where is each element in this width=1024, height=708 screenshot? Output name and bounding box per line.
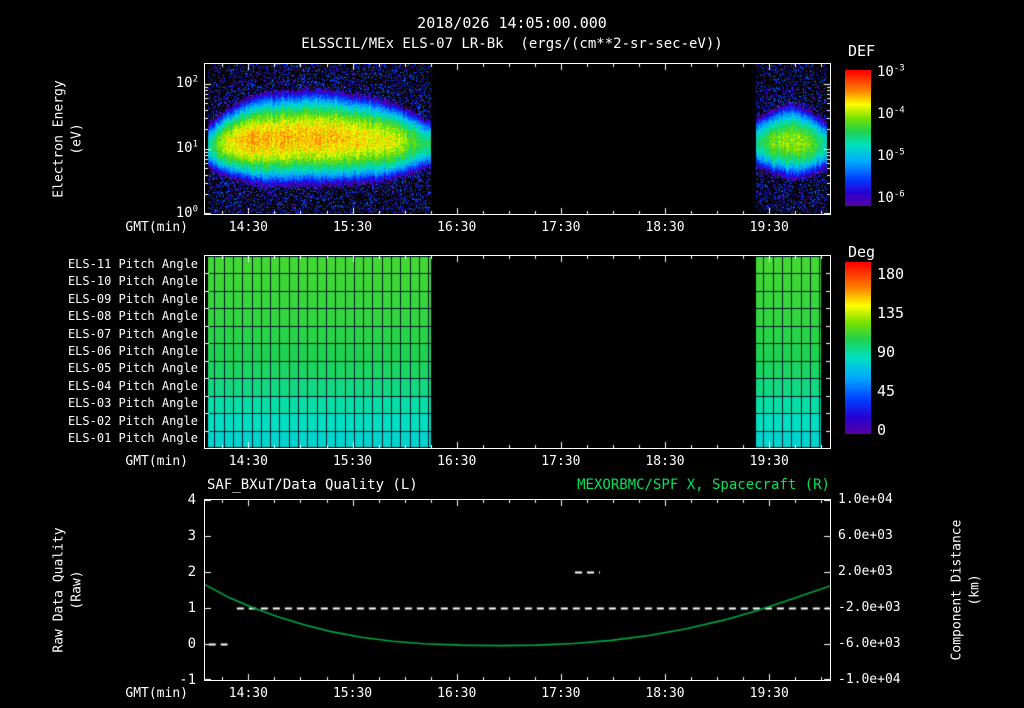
y-tick-label: -6.0e+03 (838, 636, 901, 651)
pitch-row-label: ELS-07 Pitch Angle (60, 327, 198, 341)
spectrogram-plot (205, 64, 830, 214)
science-plot-window: 2018/026 14:05:00.000 ELSSCIL/MEx ELS-07… (0, 0, 1024, 708)
x-tick-label: 15:30 (323, 220, 383, 235)
spectrogram-y-axis-label: Electron Energy (eV) (50, 80, 85, 197)
x-tick-label: 18:30 (635, 686, 695, 701)
y-axis-label-line: (eV) (68, 80, 86, 197)
x-tick-label: 19:30 (739, 454, 799, 469)
pitch-row-label: ELS-06 Pitch Angle (60, 344, 198, 358)
x-axis-label: GMT(min) (118, 454, 188, 469)
colorbar-tick-label: 10-3 (877, 64, 905, 80)
distance-y-axis-label: Component Distance (km) (948, 520, 983, 661)
colorbar-tick-label: 90 (877, 343, 895, 361)
deg-colorbar (845, 262, 871, 434)
pitch-row-label: ELS-08 Pitch Angle (60, 309, 198, 323)
y-tick-label: -2.0e+03 (838, 600, 901, 615)
x-tick-label: 17:30 (531, 686, 591, 701)
y-axis-label-line: Component Distance (948, 520, 966, 661)
left-series-title: SAF_BXuT/Data Quality (L) (207, 477, 418, 493)
line-plot-panel (204, 499, 831, 681)
x-tick-label: 15:30 (323, 454, 383, 469)
y-tick-label: 100 (148, 205, 198, 221)
x-axis-label: GMT(min) (118, 220, 188, 235)
pitch-row-label: ELS-09 Pitch Angle (60, 292, 198, 306)
y-axis-label-line: Raw Data Quality (50, 527, 68, 652)
quality-y-axis-label: Raw Data Quality (Raw) (50, 527, 85, 652)
y-tick-label: 0 (150, 636, 196, 652)
colorbar-tick-label: 135 (877, 304, 904, 322)
colorbar-tick-label: 10-4 (877, 106, 905, 122)
y-axis-label-line: (km) (966, 520, 984, 661)
x-tick-label: 18:30 (635, 454, 695, 469)
y-axis-label-line: (Raw) (68, 527, 86, 652)
pitch-row-label: ELS-11 Pitch Angle (60, 257, 198, 271)
colorbar-deg-label: Deg (848, 243, 875, 261)
x-tick-label: 19:30 (739, 686, 799, 701)
x-tick-label: 14:30 (218, 220, 278, 235)
def-colorbar (845, 70, 871, 206)
pitch-row-label: ELS-01 Pitch Angle (60, 431, 198, 445)
x-tick-label: 16:30 (427, 454, 487, 469)
right-series-title: MEXORBMC/SPF X, Spacecraft (R) (450, 477, 830, 493)
y-tick-label: 2 (150, 564, 196, 580)
x-tick-label: 17:30 (531, 220, 591, 235)
page-title: 2018/026 14:05:00.000 (0, 14, 1024, 32)
colorbar-tick-label: 45 (877, 382, 895, 400)
pitch-row-label: ELS-10 Pitch Angle (60, 274, 198, 288)
y-tick-label: 4 (150, 492, 196, 508)
y-tick-label: 1.0e+04 (838, 492, 893, 507)
x-tick-label: 16:30 (427, 686, 487, 701)
x-tick-label: 14:30 (218, 686, 278, 701)
spectrogram-panel (204, 63, 831, 215)
colorbar-tick-label: 180 (877, 265, 904, 283)
pitch-row-label: ELS-02 Pitch Angle (60, 414, 198, 428)
x-tick-label: 16:30 (427, 220, 487, 235)
x-tick-label: 14:30 (218, 454, 278, 469)
colorbar-def-label: DEF (848, 42, 875, 60)
y-tick-label: 102 (148, 75, 198, 91)
pitch-row-label: ELS-03 Pitch Angle (60, 396, 198, 410)
pitch-angle-panel (204, 255, 831, 449)
x-tick-label: 17:30 (531, 454, 591, 469)
colorbar-tick-label: 0 (877, 421, 886, 439)
line-plot (205, 500, 830, 680)
y-axis-label-line: Electron Energy (50, 80, 68, 197)
y-tick-label: 3 (150, 528, 196, 544)
y-tick-label: 2.0e+03 (838, 564, 893, 579)
colorbar-tick-label: 10-5 (877, 148, 905, 164)
y-tick-label: 101 (148, 140, 198, 156)
y-tick-label: 1 (150, 600, 196, 616)
colorbar-tick-label: 10-6 (877, 190, 905, 206)
pitch-angle-plot (205, 256, 830, 448)
pitch-row-label: ELS-05 Pitch Angle (60, 361, 198, 375)
pitch-row-label: ELS-04 Pitch Angle (60, 379, 198, 393)
x-tick-label: 19:30 (739, 220, 799, 235)
x-tick-label: 18:30 (635, 220, 695, 235)
x-axis-label: GMT(min) (118, 686, 188, 701)
y-tick-label: -1.0e+04 (838, 672, 901, 687)
y-tick-label: 6.0e+03 (838, 528, 893, 543)
x-tick-label: 15:30 (323, 686, 383, 701)
